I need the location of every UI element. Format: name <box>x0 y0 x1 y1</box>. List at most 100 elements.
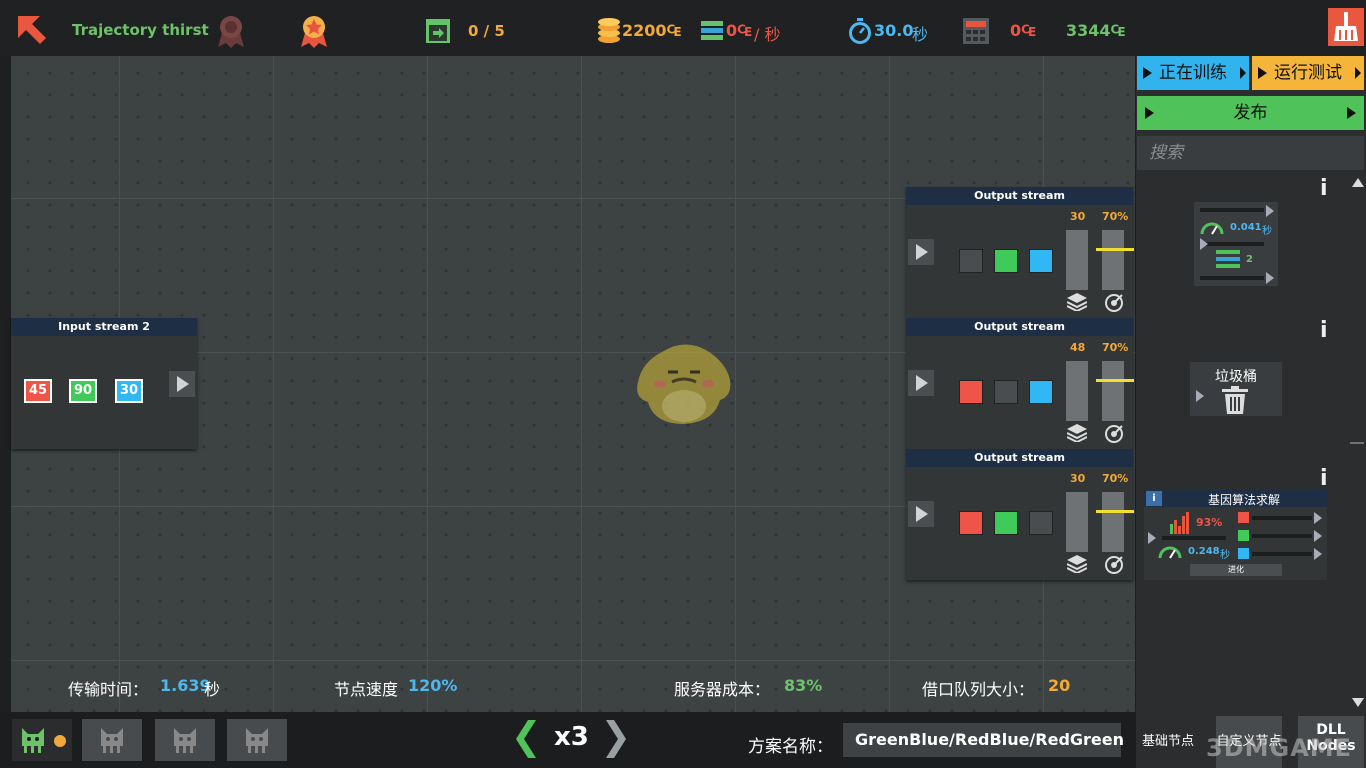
search-input[interactable]: 搜索 <box>1137 136 1364 170</box>
slot-4[interactable] <box>227 719 287 761</box>
genetic-title: 基因算法求解 <box>1207 493 1280 507</box>
output-target-swatch <box>994 511 1018 535</box>
bar-chart-icon <box>1170 512 1189 534</box>
output-target-swatch <box>1029 380 1053 404</box>
output-stream-title: Output stream <box>906 449 1133 467</box>
tab-basic-nodes[interactable]: 基础节点 <box>1136 716 1200 768</box>
back-arrow-icon[interactable] <box>14 12 50 48</box>
queue-size-label: 借口队列大小： <box>922 680 1035 699</box>
output-percent: 70% <box>1102 341 1129 354</box>
robot-cat-icon <box>22 728 44 753</box>
info-icon[interactable]: i <box>1320 466 1328 491</box>
timer-value: 30.0 <box>874 21 914 40</box>
exit-door-icon <box>426 19 450 43</box>
scroll-down-icon[interactable] <box>1352 698 1364 707</box>
target-icon <box>1105 556 1123 574</box>
slot-3[interactable] <box>155 719 215 761</box>
output-input-port[interactable] <box>908 239 934 265</box>
medal-bronze-icon <box>218 16 244 48</box>
output-target-swatch <box>959 511 983 535</box>
output-stream-node[interactable]: Output stream 30 70% <box>906 449 1134 580</box>
router-time-value: 0.041 <box>1230 222 1262 233</box>
scroll-thumb[interactable] <box>1350 442 1364 444</box>
input-value-green: 90 <box>69 379 97 403</box>
calculator-icon <box>963 18 989 44</box>
palette-scrollbar[interactable] <box>1350 176 1364 712</box>
income-rate: 0₠ <box>726 21 752 40</box>
input-value-blue: 30 <box>115 379 143 403</box>
slot-2[interactable] <box>82 719 142 761</box>
router-count: 2 <box>1246 254 1253 265</box>
layers-icon <box>1067 555 1087 573</box>
palette-card-router[interactable]: 0.041 秒 2 <box>1194 202 1278 286</box>
gene-blue-swatch <box>1238 548 1249 559</box>
node-palette-panel: 正在训练 运行测试 发布 搜索 i 0.041 秒 2 i 垃圾桶 i i 基因… <box>1136 56 1366 768</box>
input-value-red: 45 <box>24 379 52 403</box>
transfer-time-label: 传输时间： <box>68 680 149 699</box>
output-accuracy-level <box>1096 248 1134 251</box>
output-stream-node[interactable]: Output stream 48 70% <box>906 318 1134 449</box>
income-rate-unit: / 秒 <box>754 25 781 44</box>
output-target-swatch <box>1029 511 1053 535</box>
output-buffer-bar <box>1066 361 1088 421</box>
palette-card-trash[interactable]: 垃圾桶 <box>1190 362 1282 416</box>
output-target-swatch <box>959 380 983 404</box>
output-percent: 70% <box>1102 210 1129 223</box>
evolve-button[interactable]: 进化 <box>1190 564 1282 576</box>
output-target-swatch <box>994 249 1018 273</box>
speed-gauge-icon <box>1158 546 1182 559</box>
timer-unit: 秒 <box>912 25 929 44</box>
money-display: 2200₠ <box>622 21 682 40</box>
output-stream-title: Output stream <box>906 187 1133 205</box>
stopwatch-icon <box>849 18 871 44</box>
info-icon[interactable]: i <box>1320 176 1328 201</box>
output-input-port[interactable] <box>908 370 934 396</box>
info-icon[interactable]: i <box>1320 318 1328 343</box>
active-slot[interactable] <box>12 719 72 761</box>
output-target-swatch <box>1029 249 1053 273</box>
output-target-swatch <box>994 380 1018 404</box>
input-output-port[interactable] <box>169 371 195 397</box>
palette-card-genetic[interactable]: i 基因算法求解 93% 0.248 秒 进化 <box>1144 490 1327 580</box>
target-icon <box>1105 294 1123 312</box>
output-input-port[interactable] <box>908 501 934 527</box>
server-cost-label: 服务器成本： <box>674 680 771 699</box>
node-speed-value: 120% <box>408 676 458 695</box>
input-stream-node[interactable]: Input stream 2 45 90 30 <box>11 318 197 449</box>
output-buffer-bar <box>1066 492 1088 552</box>
trash-icon <box>1222 386 1248 414</box>
clear-broom-icon[interactable] <box>1328 8 1364 46</box>
output-count: 30 <box>1070 210 1086 223</box>
output-stream-node[interactable]: Output stream 30 70% <box>906 187 1134 318</box>
transfer-time-unit: 秒 <box>204 680 221 699</box>
output-target-swatch <box>959 249 983 273</box>
run-test-button[interactable]: 运行测试 <box>1252 56 1364 90</box>
plan-name-label: 方案名称： <box>748 737 833 757</box>
speed-multiplier: x3 <box>554 722 589 752</box>
target-icon <box>1105 425 1123 443</box>
speed-gauge-icon <box>1200 222 1224 235</box>
output-accuracy-level <box>1096 510 1134 513</box>
robot-cat-icon <box>174 728 196 753</box>
trash-title: 垃圾桶 <box>1215 369 1257 385</box>
node-speed-label: 节点速度 <box>334 680 399 699</box>
level-title: Trajectory thirst <box>72 21 209 39</box>
watermark: 3DMGAME <box>1206 734 1353 762</box>
layers-icon <box>1067 424 1087 442</box>
speed-increase-chevron-icon[interactable] <box>604 720 626 758</box>
speed-decrease-chevron-icon[interactable] <box>516 720 538 758</box>
server-icon <box>701 21 723 40</box>
output-accuracy-bar <box>1102 230 1124 290</box>
coins-icon <box>598 18 620 43</box>
plan-name-input[interactable]: GreenBlue/RedBlue/RedGreen <box>843 723 1124 757</box>
output-buffer-bar <box>1066 230 1088 290</box>
genetic-time-value: 0.248 <box>1188 546 1220 557</box>
top-bar: Trajectory thirst 0 / 5 2200₠ 0₠ / 秒 30.… <box>0 0 1366 56</box>
robot-cat-icon <box>246 728 268 753</box>
output-count: 30 <box>1070 472 1086 485</box>
publish-button[interactable]: 发布 <box>1137 96 1364 130</box>
mascot-icon <box>637 344 731 424</box>
robot-cat-icon <box>101 728 123 753</box>
training-button[interactable]: 正在训练 <box>1137 56 1249 90</box>
scroll-up-icon[interactable] <box>1352 178 1364 187</box>
